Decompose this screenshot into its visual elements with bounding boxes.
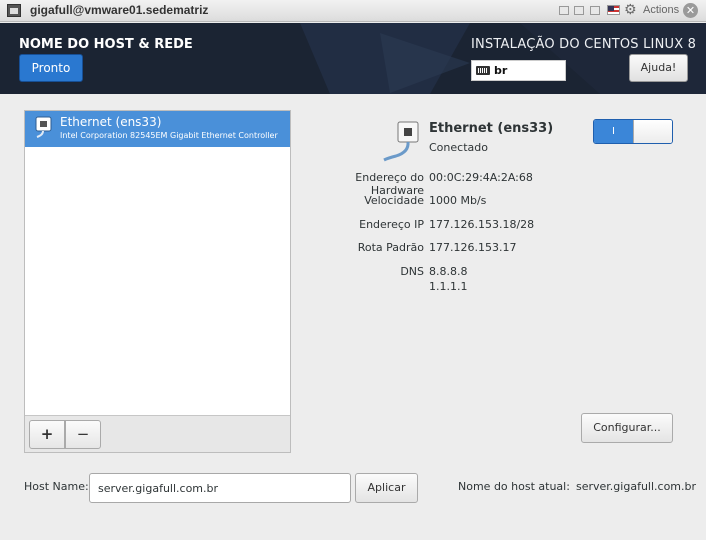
hostname-input[interactable] [89,473,351,503]
window-titlebar: gigafull@vmware01.sedematriz ⚙ Actions ✕ [0,0,706,22]
device-list: Ethernet (ens33) Intel Corporation 82545… [24,110,291,453]
connection-toggle[interactable]: I [593,119,673,144]
done-button[interactable]: Pronto [19,54,83,82]
speed-value: 1000 Mb/s [429,194,487,207]
page-title: NOME DO HOST & REDE [19,37,193,52]
window-title: gigafull@vmware01.sedematriz [30,3,209,17]
gear-icon[interactable]: ⚙ [624,2,637,18]
screen-icon[interactable] [574,6,584,15]
header-decoration [300,23,706,94]
clipboard-icon[interactable] [559,6,569,15]
device-name: Ethernet (ens33) [60,115,162,129]
install-title: INSTALAÇÃO DO CENTOS LINUX 8 [471,37,697,52]
actions-menu[interactable]: Actions [643,4,679,16]
connection-status: Conectado [429,141,488,154]
ip-address-value: 177.126.153.18/28 [429,218,535,231]
window-app-icon [7,4,21,17]
hostname-label: Host Name: [24,480,89,493]
installer-header: NOME DO HOST & REDE Pronto INSTALAÇÃO DO… [0,23,706,94]
add-device-button[interactable]: + [29,420,65,449]
toggle-knob [632,120,672,143]
dns-primary-value: 8.8.8.8 [429,265,468,278]
dns-label: DNS [400,265,424,278]
device-toolbar: + − [25,415,290,452]
close-icon[interactable]: ✕ [683,3,698,18]
keyboard-icon [476,66,490,75]
remove-device-button[interactable]: − [65,420,101,449]
hardware-address-value: 00:0C:29:4A:2A:68 [429,171,533,184]
ip-address-label: Endereço IP [359,218,424,231]
default-route-label: Rota Padrão [357,241,424,254]
help-button[interactable]: Ajuda! [629,54,688,82]
speed-label: Velocidade [364,194,424,207]
device-description: Intel Corporation 82545EM Gigabit Ethern… [60,131,278,140]
ethernet-large-icon [383,121,419,162]
ethernet-icon [35,116,52,138]
fullscreen-icon[interactable] [590,6,600,15]
current-hostname-label: Nome do host atual: [458,480,570,493]
connection-name: Ethernet (ens33) [429,121,554,136]
current-hostname-value: server.gigafull.com.br [576,480,697,493]
keyboard-layout-label: br [494,64,508,77]
default-route-value: 177.126.153.17 [429,241,517,254]
toggle-on-label: I [594,120,633,143]
apply-button[interactable]: Aplicar [355,473,418,503]
dns-secondary-value: 1.1.1.1 [429,280,468,293]
configure-button[interactable]: Configurar... [581,413,673,443]
flag-icon[interactable] [607,5,620,15]
list-item[interactable]: Ethernet (ens33) Intel Corporation 82545… [25,111,290,147]
keyboard-layout-indicator[interactable]: br [471,60,566,81]
